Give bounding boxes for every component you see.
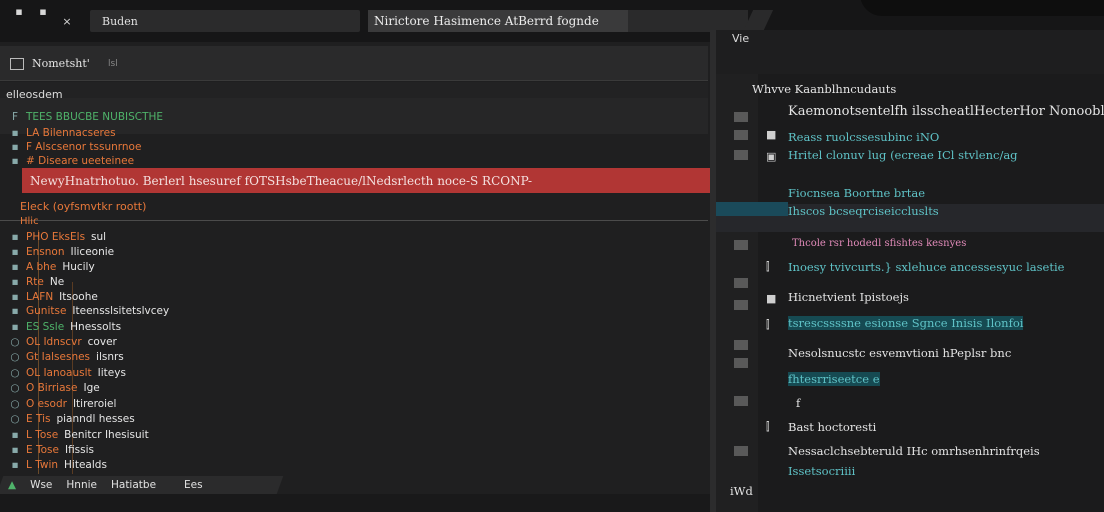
line-marker [734, 396, 748, 406]
list-item[interactable]: ▪ Rte Ne [8, 275, 64, 289]
line-marker [734, 112, 748, 122]
status-item[interactable]: Hatiatbe [111, 479, 156, 491]
list-item[interactable]: ▪ Ensnon Iliceonie [8, 245, 114, 259]
status-item[interactable]: Ees [184, 479, 203, 491]
code-line[interactable]: Hicnetvient Ipistoejs [788, 290, 909, 304]
code-line[interactable]: Issetsocriiii [788, 464, 855, 478]
list-item[interactable]: ▪ L Twin Hitealds [8, 458, 106, 472]
left-panel-header: Nometsht' lsl [0, 46, 708, 81]
panel-suffix: lsl [108, 59, 118, 69]
fold-icon[interactable]: ▣ [766, 150, 776, 163]
code-line[interactable]: Hritel clonuv lug (ecreae ICl stvlenc/ag [788, 148, 1018, 162]
code-line[interactable]: iWd [730, 484, 753, 498]
line-marker [734, 130, 748, 140]
code-line[interactable]: Whvve Kaanblhncudauts [752, 82, 896, 96]
section-divider [0, 220, 708, 221]
list-item[interactable]: ▪ L Tose Benitcr Ihesisuit [8, 428, 148, 442]
list-item[interactable]: ▪ A bhe Hucily [8, 260, 94, 274]
section-label: Eleck (oyfsmvtkr roott) [20, 200, 147, 213]
tree-row[interactable]: F TEES BBUCBE NUBISCTHE [8, 110, 163, 124]
line-marker [734, 446, 748, 456]
status-items: ▲ Wse Hnnie Hatiatbe Ees [8, 479, 203, 491]
code-line[interactable]: Kaemonotsentelfh ilsscheatlHecterHor Non… [788, 104, 1104, 119]
window-corner [860, 0, 1104, 16]
list-item[interactable]: ○ OL Ianoauslt Iiteys [8, 366, 126, 380]
list-item[interactable]: ▪ E Tose Ifissis [8, 443, 94, 457]
fold-icon[interactable]: ⫿ [766, 318, 770, 332]
title-tail [628, 10, 748, 32]
code-line[interactable]: tsrescssssne esionse Sgnce Inisis Ilonfo… [788, 316, 1024, 330]
tree-row[interactable]: ▪ F Alscsenor tssunrnoe [8, 140, 141, 154]
highlighted-error-row[interactable]: NewyHnatrhotuo. Berlerl hsesuref fOTSHsb… [22, 168, 710, 193]
tree-row[interactable]: ▪ # Diseare ueeteinee [8, 154, 134, 168]
line-marker [734, 300, 748, 310]
list-item[interactable]: ▪ ES Ssle Hnessolts [8, 320, 121, 334]
editor-top-label: Vie [732, 32, 750, 45]
status-item[interactable]: Wse [30, 479, 52, 491]
line-marker [734, 340, 748, 350]
list-item[interactable]: ▪ PHO EksEls sul [8, 230, 106, 244]
list-item[interactable]: ○ O Birriase Ige [8, 381, 99, 395]
list-item[interactable]: ○ Gt Ialsesnes ilsnrs [8, 350, 123, 364]
code-line[interactable]: Inoesy tvivcurts.} sxlehuce ancessesyuc … [788, 260, 1064, 274]
main-window-title[interactable]: Nirictore Hasimence AtBerrd fognde [368, 10, 628, 32]
tree-header-label: elleosdem [6, 88, 63, 101]
selection [716, 202, 788, 216]
section-sub: Hlic [20, 216, 39, 227]
line-marker [734, 240, 748, 250]
list-item[interactable]: ○ OL Idnscvr cover [8, 335, 116, 349]
fold-icon[interactable]: ■ [766, 292, 776, 305]
bottom-bar [0, 494, 710, 512]
left-window-title[interactable]: Buden [90, 10, 360, 32]
tree-row[interactable]: ▪ LA Bilennacseres [8, 126, 115, 140]
fold-icon[interactable]: ⫿ [766, 420, 770, 434]
list-item[interactable]: ○ O esodr Itireroiel [8, 397, 116, 411]
list-item[interactable]: ○ E Tis pianndl hesses [8, 412, 134, 426]
panel-title: Nometsht' [32, 57, 90, 70]
line-marker [734, 150, 748, 160]
fold-icon[interactable]: ⫿ [766, 260, 770, 274]
window-icon-1[interactable]: ▪ [10, 0, 28, 22]
code-line[interactable]: Bast hoctoresti [788, 420, 876, 434]
code-line[interactable]: Nessaclchsebteruld IHc omrhsenhrinfrqeis [788, 444, 1040, 458]
code-line[interactable]: Thcole rsr hodedl sfishtes kesnyes [792, 238, 966, 249]
code-line[interactable]: f [796, 396, 800, 410]
editor-top: Vie [716, 30, 1104, 74]
line-marker [734, 358, 748, 368]
line-marker [734, 278, 748, 288]
panel-icon [10, 58, 24, 70]
list-item[interactable]: ▪ LAFN Itsoohe [8, 290, 97, 304]
code-line[interactable]: Fiocnsea Boortne brtae [788, 186, 925, 200]
window-icon-2[interactable]: ▪ [34, 0, 52, 22]
fold-icon[interactable]: ■ [766, 128, 776, 141]
code-line[interactable]: Ihscos bcseqrciseiccluslts [788, 204, 939, 218]
status-item[interactable]: Hnnie [66, 479, 97, 491]
code-line[interactable]: fhtesrriseetce e [788, 372, 880, 386]
list-item[interactable]: ▪ Gunitse Iteensslsitetslvcey [8, 304, 169, 318]
code-line[interactable]: Nesolsnucstc esvemvtioni hPeplsr bnc [788, 346, 1011, 360]
close-icon[interactable]: × [58, 10, 76, 32]
panel-subheader [0, 82, 708, 98]
code-line[interactable]: Reass ruolcssesubinc iNO [788, 130, 939, 144]
